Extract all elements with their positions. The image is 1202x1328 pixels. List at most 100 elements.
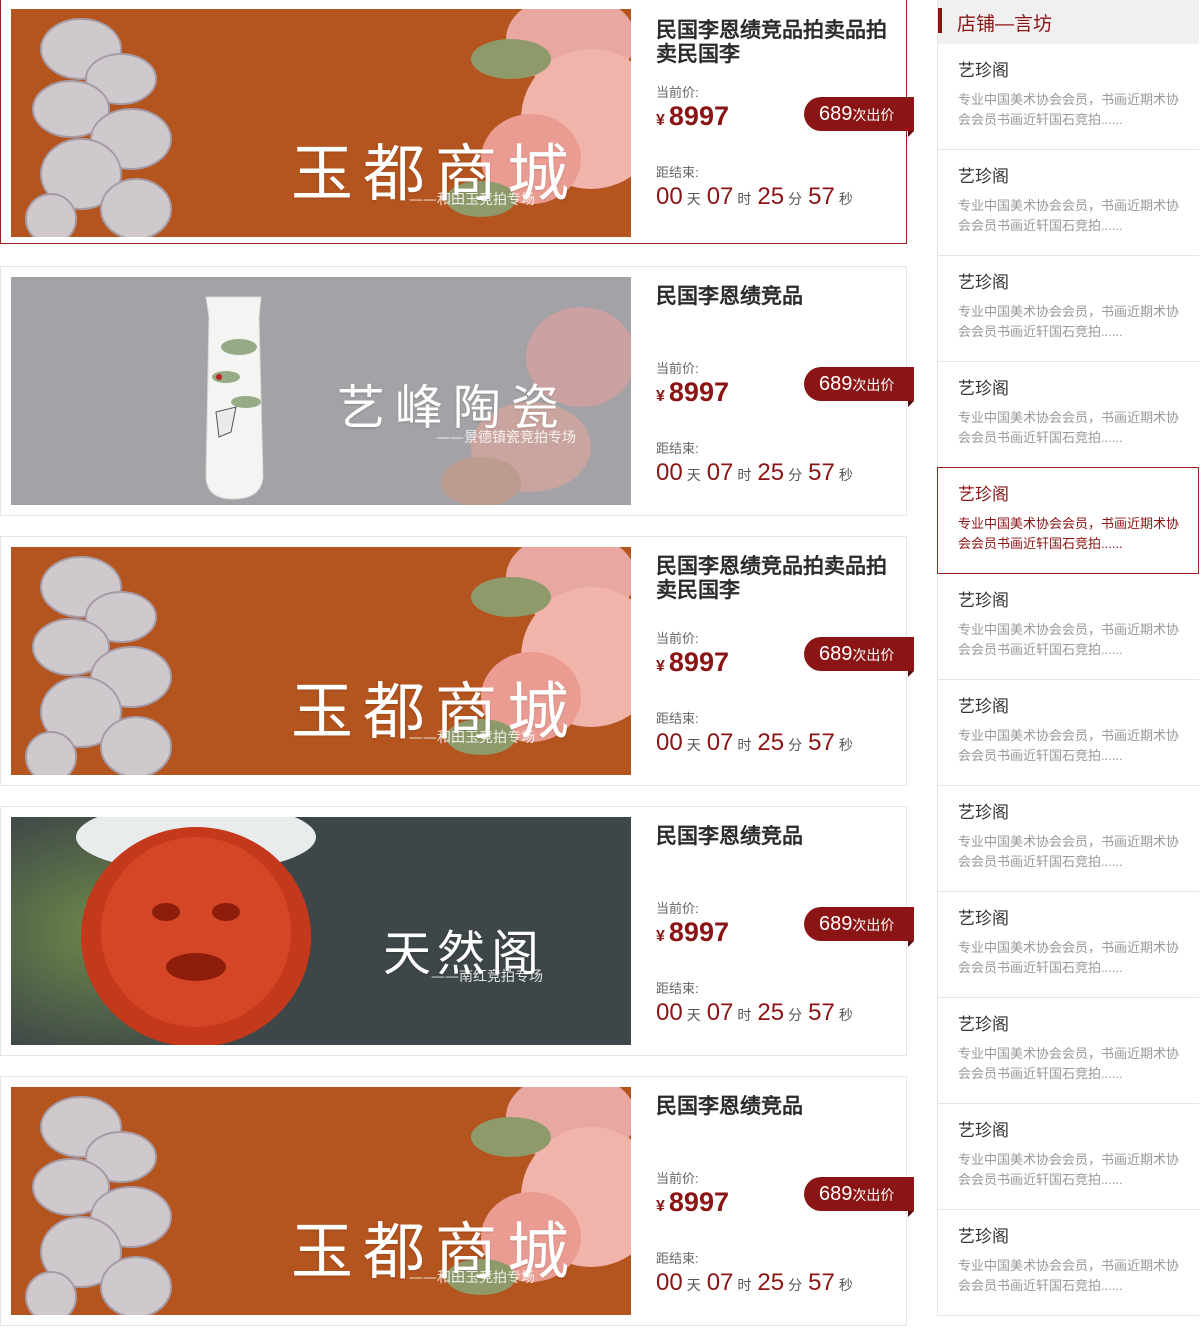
shop-item[interactable]: 艺珍阁 专业中国美术协会会员，书画近期术协会会员书画近轩国石竞拍...... bbox=[938, 362, 1199, 468]
auction-banner-image[interactable]: 玉都商城 ——和田玉竞拍专场 bbox=[11, 547, 631, 775]
countdown-seconds: 57 bbox=[808, 1269, 835, 1296]
seconds-unit: 秒 bbox=[838, 737, 853, 753]
shop-item[interactable]: 艺珍阁 专业中国美术协会会员，书画近期术协会会员书画近轩国石竞拍...... bbox=[938, 150, 1199, 256]
countdown-timer: 00 天 07 时 25 分 57 秒 bbox=[656, 459, 859, 487]
seconds-unit: 秒 bbox=[838, 1277, 853, 1293]
shop-item[interactable]: 艺珍阁 专业中国美术协会会员，书画近期术协会会员书画近轩国石竞拍...... bbox=[938, 680, 1199, 786]
shop-item[interactable]: 艺珍阁 专业中国美术协会会员，书画近期术协会会员书画近轩国石竞拍...... bbox=[938, 892, 1199, 998]
auction-banner-image[interactable]: 玉都商城 ——和田玉竞拍专场 bbox=[11, 9, 631, 237]
shop-description: 专业中国美术协会会员，书画近期术协会会员书画近轩国石竞拍...... bbox=[958, 198, 1180, 233]
hours-unit: 时 bbox=[737, 1277, 752, 1293]
bid-suffix: 次出价 bbox=[852, 647, 895, 663]
shop-description: 专业中国美术协会会员，书画近期术协会会员书画近轩国石竞拍...... bbox=[958, 940, 1180, 975]
sidebar-title: 店铺—言坊 bbox=[957, 14, 1053, 35]
bid-suffix: 次出价 bbox=[852, 377, 895, 393]
shop-name: 艺珍阁 bbox=[958, 591, 1009, 610]
shop-description: 专业中国美术协会会员，书画近期术协会会员书画近轩国石竞拍...... bbox=[958, 1046, 1180, 1081]
price-label: 当前价: bbox=[656, 1171, 699, 1186]
auction-info: 民国李恩绩竞品拍卖品拍卖民国李 当前价: ¥8997 距结束: 00 天 07 时 25… bbox=[656, 555, 906, 756]
auction-title[interactable]: 民国李恩绩竞品 bbox=[656, 285, 891, 335]
seconds-unit: 秒 bbox=[838, 467, 853, 483]
bid-count: 689 bbox=[819, 913, 853, 935]
shop-name: 艺珍阁 bbox=[958, 379, 1009, 398]
shop-item[interactable]: 艺珍阁 专业中国美术协会会员，书画近期术协会会员书画近轩国石竞拍...... bbox=[937, 467, 1199, 574]
bid-count-badge: 689次出价 bbox=[804, 907, 914, 947]
auction-card[interactable]: 天然阁 ——南红竞拍专场 民国李恩绩竞品 当前价: ¥8997 距结束: 00 天… bbox=[0, 806, 914, 1056]
bid-count-badge: 689次出价 bbox=[804, 367, 914, 407]
bid-count-badge: 689次出价 bbox=[804, 637, 914, 677]
current-price: ¥8997 bbox=[656, 101, 729, 132]
price-label: 当前价: bbox=[656, 901, 699, 916]
seconds-unit: 秒 bbox=[838, 191, 853, 207]
countdown-seconds: 57 bbox=[808, 729, 835, 756]
countdown-hours: 07 bbox=[706, 1269, 734, 1296]
banner-subtitle: ——南红竞拍专场 bbox=[431, 969, 543, 985]
minutes-unit: 分 bbox=[788, 737, 803, 753]
shop-item[interactable]: 艺珍阁 专业中国美术协会会员，书画近期术协会会员书画近轩国石竞拍...... bbox=[938, 574, 1199, 680]
hours-unit: 时 bbox=[737, 467, 752, 483]
price-value: 8997 bbox=[668, 1187, 729, 1217]
auction-banner-image[interactable]: 玉都商城 ——和田玉竞拍专场 bbox=[11, 1087, 631, 1315]
currency-symbol: ¥ bbox=[656, 1198, 665, 1215]
banner-subtitle: ——和田玉竞拍专场 bbox=[409, 730, 535, 746]
current-price: ¥8997 bbox=[656, 647, 729, 678]
auction-banner-image[interactable]: 天然阁 ——南红竞拍专场 bbox=[11, 817, 631, 1045]
shop-item[interactable]: 艺珍阁 专业中国美术协会会员，书画近期术协会会员书画近轩国石竞拍...... bbox=[938, 998, 1199, 1104]
hours-unit: 时 bbox=[737, 1007, 752, 1023]
auction-card[interactable]: 玉都商城 ——和田玉竞拍专场 民国李恩绩竞品 当前价: ¥8997 距结束: 0… bbox=[0, 1076, 914, 1326]
price-label: 当前价: bbox=[656, 85, 699, 100]
countdown-seconds: 57 bbox=[808, 999, 835, 1026]
shop-name: 艺珍阁 bbox=[958, 485, 1009, 504]
currency-symbol: ¥ bbox=[656, 388, 665, 405]
auction-title[interactable]: 民国李恩绩竞品 bbox=[656, 1095, 891, 1145]
countdown-timer: 00 天 07 时 25 分 57 秒 bbox=[656, 183, 859, 211]
countdown-hours: 07 bbox=[706, 729, 734, 756]
shop-description: 专业中国美术协会会员，书画近期术协会会员书画近轩国石竞拍...... bbox=[958, 834, 1180, 869]
minutes-unit: 分 bbox=[788, 1277, 803, 1293]
bid-suffix: 次出价 bbox=[852, 917, 895, 933]
shop-name: 艺珍阁 bbox=[958, 167, 1009, 186]
auction-title[interactable]: 民国李恩绩竞品拍卖品拍卖民国李 bbox=[656, 555, 891, 605]
countdown-minutes: 25 bbox=[757, 183, 785, 210]
countdown-days: 00 bbox=[656, 183, 683, 210]
banner-subtitle: ——景德镇瓷竞拍专场 bbox=[436, 430, 576, 446]
countdown-days: 00 bbox=[656, 1269, 683, 1296]
minutes-unit: 分 bbox=[788, 191, 803, 207]
countdown-label: 距结束: bbox=[656, 1251, 699, 1266]
banner-subtitle: ——和田玉竞拍专场 bbox=[409, 192, 535, 208]
countdown-timer: 00 天 07 时 25 分 57 秒 bbox=[656, 729, 859, 757]
shop-item[interactable]: 艺珍阁 专业中国美术协会会员，书画近期术协会会员书画近轩国石竞拍...... bbox=[938, 1210, 1199, 1316]
shop-item[interactable]: 艺珍阁 专业中国美术协会会员，书画近期术协会会员书画近轩国石竞拍...... bbox=[938, 44, 1199, 150]
shop-description: 专业中国美术协会会员，书画近期术协会会员书画近轩国石竞拍...... bbox=[958, 304, 1180, 339]
price-label: 当前价: bbox=[656, 631, 699, 646]
sidebar-header: 店铺—言坊 bbox=[938, 0, 1199, 44]
shop-description: 专业中国美术协会会员，书画近期术协会会员书画近轩国石竞拍...... bbox=[958, 728, 1180, 763]
auction-card[interactable]: 玉都商城 ——和田玉竞拍专场 民国李恩绩竞品拍卖品拍卖民国李 当前价: ¥899… bbox=[0, 0, 914, 244]
auction-title[interactable]: 民国李恩绩竞品拍卖品拍卖民国李 bbox=[656, 19, 891, 69]
minutes-unit: 分 bbox=[788, 1007, 803, 1023]
countdown-days: 00 bbox=[656, 459, 683, 486]
price-value: 8997 bbox=[668, 917, 729, 947]
auction-info: 民国李恩绩竞品 当前价: ¥8997 距结束: 00 天 07 时 25 分 57 秒 bbox=[656, 285, 906, 486]
bid-count: 689 bbox=[819, 643, 853, 665]
days-unit: 天 bbox=[686, 1007, 701, 1023]
days-unit: 天 bbox=[686, 1277, 701, 1293]
shop-item[interactable]: 艺珍阁 专业中国美术协会会员，书画近期术协会会员书画近轩国石竞拍...... bbox=[938, 786, 1199, 892]
shop-item[interactable]: 艺珍阁 专业中国美术协会会员，书画近期术协会会员书画近轩国石竞拍...... bbox=[938, 1104, 1199, 1210]
countdown-label: 距结束: bbox=[656, 981, 699, 996]
shop-description: 专业中国美术协会会员，书画近期术协会会员书画近轩国石竞拍...... bbox=[958, 1258, 1180, 1293]
price-value: 8997 bbox=[668, 377, 729, 407]
days-unit: 天 bbox=[686, 191, 701, 207]
auction-title[interactable]: 民国李恩绩竞品 bbox=[656, 825, 891, 875]
shop-name: 艺珍阁 bbox=[958, 1121, 1009, 1140]
seconds-unit: 秒 bbox=[838, 1007, 853, 1023]
auction-card[interactable]: 艺峰陶瓷 ——景德镇瓷竞拍专场 民国李恩绩竞品 当前价: ¥8997 距结束: … bbox=[0, 266, 914, 516]
auction-banner-image[interactable]: 艺峰陶瓷 ——景德镇瓷竞拍专场 bbox=[11, 277, 631, 505]
minutes-unit: 分 bbox=[788, 467, 803, 483]
currency-symbol: ¥ bbox=[656, 112, 665, 129]
current-price: ¥8997 bbox=[656, 1187, 729, 1218]
countdown-minutes: 25 bbox=[757, 729, 785, 756]
shop-item[interactable]: 艺珍阁 专业中国美术协会会员，书画近期术协会会员书画近轩国石竞拍...... bbox=[938, 256, 1199, 362]
auction-card[interactable]: 玉都商城 ——和田玉竞拍专场 民国李恩绩竞品拍卖品拍卖民国李 当前价: ¥899… bbox=[0, 536, 914, 786]
hours-unit: 时 bbox=[737, 737, 752, 753]
